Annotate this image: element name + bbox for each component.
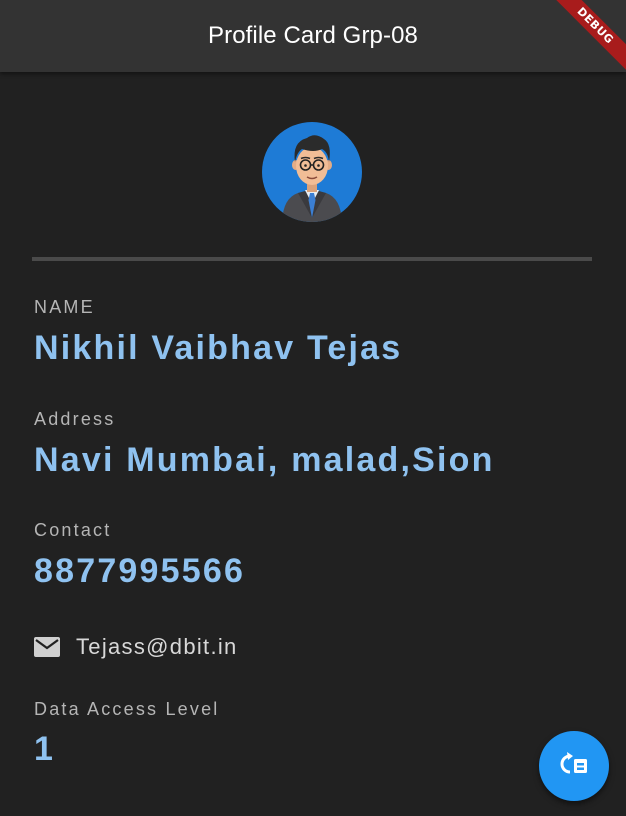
profile-card-screen: Profile Card Grp-08 DEBUG NAME Nikhil Va… <box>0 0 626 816</box>
email-value: Tejass@dbit.in <box>76 634 238 659</box>
email-row: Tejass@dbit.in <box>34 632 238 662</box>
data-access-level-value: 1 <box>34 730 56 768</box>
contact-value: 8877995566 <box>34 552 246 590</box>
address-value: Navi Mumbai, malad,Sion <box>34 441 495 479</box>
name-value: Nikhil Vaibhav Tejas <box>34 329 403 367</box>
person-avatar-icon <box>262 122 362 222</box>
switch-access-button[interactable] <box>539 731 609 801</box>
address-label: Address <box>34 409 116 429</box>
app-bar-title: Profile Card Grp-08 <box>208 22 418 49</box>
name-label: NAME <box>34 297 95 317</box>
section-divider <box>32 257 592 261</box>
switch-access-icon <box>559 749 589 784</box>
data-access-level-label: Data Access Level <box>34 699 220 719</box>
contact-label: Contact <box>34 520 112 540</box>
app-bar: Profile Card Grp-08 <box>0 0 626 72</box>
mail-icon <box>34 636 60 658</box>
